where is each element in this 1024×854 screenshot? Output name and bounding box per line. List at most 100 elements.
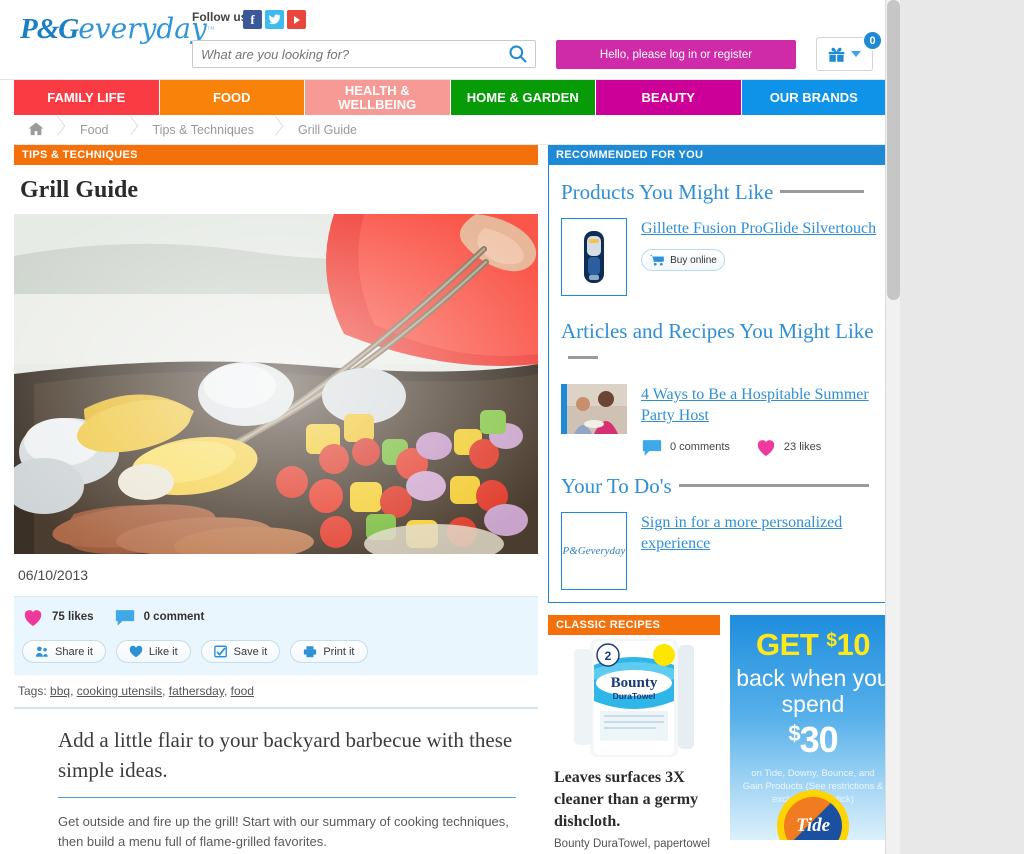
save-it-label: Save it [233,645,268,658]
scrollbar-thumb[interactable] [887,0,900,300]
site-header: P&Geveryday™ Follow us f Hello, please l… [0,0,900,80]
article-lede: Add a little flair to your backyard barb… [58,725,516,798]
nav-item-our-brands[interactable]: OUR BRANDS [741,80,886,115]
todos-heading: Your To Do's [561,474,672,498]
product-link[interactable]: Gillette Fusion ProGlide Silvertouch [641,218,876,239]
follow-us-label: Follow us [192,10,248,24]
ad-headline: GET $10 [730,627,896,663]
home-icon [28,121,44,139]
ad-amount-10: 10 [836,627,870,662]
checkbox-icon [213,645,227,658]
article-date: 06/10/2013 [14,554,538,597]
ad-spend-amount-row: $30 [730,719,896,761]
content-area: TIPS & TECHNIQUES Grill Guide 06/10/2013… [14,145,896,854]
buy-online-label: Buy online [670,254,717,266]
todo-thumbnail[interactable]: P&Geveryday [561,512,627,590]
sidebar-bottom-row: CLASSIC RECIPES Bounty DuraTowel 2 Leave… [548,615,896,854]
recommended-panel: Products You Might Like Gillette Fusion … [548,165,896,603]
article-rec-link[interactable]: 4 Ways to Be a Hospitable Summer Party H… [641,384,883,426]
article-paragraph: Get outside and fire up the grill! Start… [58,814,509,849]
svg-text:DuraTowel: DuraTowel [613,691,656,701]
logo-pg-text: P&G [20,13,79,45]
heading-rule [568,356,598,359]
share-it-button[interactable]: Share it [22,640,106,663]
tag-fathersday[interactable]: fathersday [169,684,224,698]
page-scrollbar[interactable] [885,0,900,854]
save-it-button[interactable]: Save it [200,640,281,663]
nav-item-family-life[interactable]: FAMILY LIFE [14,80,160,115]
nav-item-beauty[interactable]: BEAUTY [596,80,742,115]
article-hero-image [14,214,538,554]
twitter-icon[interactable] [265,10,284,29]
nav-item-health-wellbeing[interactable]: HEALTH & WELLBEING [305,80,451,115]
classic-recipes-title: Leaves surfaces 3X cleaner than a germy … [554,769,699,830]
nav-item-food[interactable]: FOOD [159,80,305,115]
main-navigation: FAMILY LIFE FOOD HEALTH & WELLBEING HOME… [14,80,886,115]
tide-logo-text: Tide [784,797,842,840]
breadcrumb-separator [268,115,284,145]
article-section-label: TIPS & TECHNIQUES [14,145,538,165]
breadcrumb: Food Tips & Techniques Grill Guide [14,115,886,145]
login-register-button[interactable]: Hello, please log in or register [556,40,796,69]
article-tags: Tags: bbq, cooking utensils, fathersday,… [14,675,538,709]
article-recommendation: 4 Ways to Be a Hospitable Summer Party H… [561,384,883,457]
article-rec-comments: 0 comments [670,441,730,453]
heart-outline-icon [129,645,143,658]
facebook-icon[interactable]: f [243,10,262,29]
articles-heading: Articles and Recipes You Might Like [561,319,874,343]
breadcrumb-separator [123,115,139,145]
heading-rule [678,484,869,487]
youtube-play-glyph [293,15,300,24]
heart-icon [22,607,44,627]
search-input[interactable] [201,41,491,67]
breadcrumb-item-tips-techniques[interactable]: Tips & Techniques [139,115,268,144]
classic-recipes-label: CLASSIC RECIPES [548,615,720,635]
chevron-down-icon [851,51,861,57]
ad-dollar-sign: $ [826,630,837,651]
tag-food[interactable]: food [231,684,254,698]
tag-bbq[interactable]: bbq [50,684,70,698]
article-rec-stats: 0 comments 23 likes [641,437,883,457]
gift-count-badge: 0 [862,30,883,51]
tide-promo-ad[interactable]: GET $10 back when you spend $30 on Tide,… [730,615,896,840]
article-action-buttons: Share it Like it Save it Print it [22,640,530,663]
razor-product-image [584,231,604,283]
tags-label: Tags: [18,684,47,698]
site-logo[interactable]: P&Geveryday™ [20,12,215,60]
products-heading-row: Products You Might Like [561,179,883,206]
buy-online-button[interactable]: Buy online [641,249,725,271]
trademark-symbol: ™ [206,24,215,34]
shopping-cart-icon [649,254,664,266]
like-it-button[interactable]: Like it [115,640,191,663]
product-recommendation: Gillette Fusion ProGlide Silvertouch Buy… [561,218,883,296]
party-host-photo [561,384,627,434]
nav-item-home-garden[interactable]: HOME & GARDEN [450,80,596,115]
pg-everyday-mini-logo: P&Geveryday [562,545,626,557]
like-it-label: Like it [148,645,178,658]
articles-heading-row: Articles and Recipes You Might Like [561,318,883,372]
page-title: Grill Guide [20,177,139,203]
share-it-label: Share it [55,645,93,658]
likes-count: 75 likes [52,611,94,623]
product-thumbnail[interactable] [561,218,627,296]
bounty-product-image[interactable]: Bounty DuraTowel 2 [548,635,720,757]
article-body: Add a little flair to your backyard barb… [14,709,538,854]
print-it-button[interactable]: Print it [290,640,368,663]
breadcrumb-item-food[interactable]: Food [66,115,123,144]
facebook-glyph: f [250,11,255,27]
tag-cooking-utensils[interactable]: cooking utensils [77,684,162,698]
breadcrumb-separator [50,115,66,145]
search-button[interactable] [507,44,529,66]
ad-subheadline: back when you spend [736,665,890,717]
ad-amount-30: 30 [799,719,839,760]
youtube-icon[interactable] [287,10,306,29]
breadcrumb-item-grill-guide[interactable]: Grill Guide [284,115,371,144]
todo-signin-link[interactable]: Sign in for a more personalized experien… [641,512,883,554]
ad-get-text: GET [756,627,819,662]
bounty-paper-towel-illustration: Bounty DuraTowel 2 [548,635,720,757]
breadcrumb-home[interactable] [14,115,50,144]
page-container: P&Geveryday™ Follow us f Hello, please l… [0,0,900,854]
todos-heading-row: Your To Do's [561,473,883,500]
classic-recipes-card: CLASSIC RECIPES Bounty DuraTowel 2 Leave… [548,615,720,854]
article-thumbnail[interactable] [561,384,627,434]
